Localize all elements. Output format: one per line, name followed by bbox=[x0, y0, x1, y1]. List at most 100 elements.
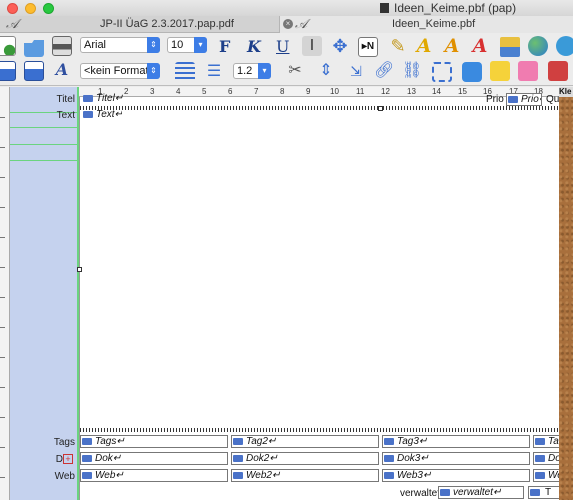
tools-icon[interactable]: ✂ bbox=[285, 61, 305, 81]
line-spacing-icon[interactable]: ☰ bbox=[204, 62, 224, 82]
tab-label: Ideen_Keime.pbf bbox=[392, 18, 476, 30]
line-spacing-value: 1.2 bbox=[237, 65, 253, 77]
ruler-mark: 11 bbox=[356, 87, 365, 96]
globe-icon[interactable] bbox=[528, 36, 548, 56]
field-web-3[interactable]: Web3↵ bbox=[382, 469, 530, 482]
link-icon[interactable]: 🔗︎ bbox=[374, 61, 394, 81]
ruler-mark: 15 bbox=[458, 87, 467, 96]
guide-line bbox=[10, 127, 78, 128]
paragraph-style-value: <kein Format> bbox=[84, 65, 155, 77]
print-icon[interactable] bbox=[52, 36, 72, 56]
stamp-icon[interactable] bbox=[500, 37, 520, 57]
label-qu: Qu bbox=[546, 94, 560, 105]
add-icon[interactable]: + bbox=[63, 454, 73, 464]
chevron-down-icon: ▾ bbox=[194, 37, 207, 53]
label-titel: Titel bbox=[56, 94, 75, 105]
note-yellow-icon[interactable] bbox=[490, 61, 510, 81]
zoom-window-button[interactable] bbox=[43, 3, 54, 14]
font-family-select[interactable]: Arial ⇕ bbox=[80, 37, 160, 53]
close-window-button[interactable] bbox=[7, 3, 18, 14]
label-web: Web bbox=[54, 471, 75, 482]
ruler-mark: 9 bbox=[306, 87, 311, 96]
frame-icon[interactable] bbox=[432, 62, 452, 82]
font-size-select[interactable]: 10 ▾ bbox=[167, 37, 207, 53]
field-tags-4[interactable]: Tag bbox=[533, 435, 560, 448]
unlink-icon[interactable]: ⛓︎ bbox=[402, 61, 422, 81]
ruler-mark: 8 bbox=[280, 87, 285, 96]
label-text: Text bbox=[56, 110, 75, 121]
field-titel[interactable]: Titel↵ bbox=[82, 93, 192, 106]
save-icon[interactable] bbox=[0, 61, 16, 81]
edit-layout-icon[interactable]: ✎ bbox=[388, 36, 408, 56]
frame-bottom-border bbox=[80, 428, 560, 432]
chevron-updown-icon: ⇕ bbox=[147, 63, 160, 79]
bold-button[interactable]: F bbox=[219, 37, 230, 56]
toolbar-paragraph: A <kein Format> ⇕ ☰ 1.2 ▾ ✂ ⇕ ⇲ 🔗︎ ⛓︎ bbox=[0, 57, 573, 86]
save-as-icon[interactable] bbox=[24, 61, 44, 81]
format-a-icon[interactable]: A bbox=[52, 60, 72, 80]
field-tags-1[interactable]: Tags↵ bbox=[80, 435, 228, 448]
italic-button[interactable]: K bbox=[247, 37, 261, 56]
resize-handle[interactable] bbox=[378, 106, 383, 111]
ruler-mark: 13 bbox=[407, 87, 416, 96]
corkboard-panel bbox=[559, 97, 573, 500]
label-tags: Tags bbox=[53, 437, 75, 448]
field-text[interactable]: Text↵ bbox=[82, 109, 122, 122]
distribute-icon[interactable]: ⇕ bbox=[316, 61, 336, 81]
ruler-mark: 14 bbox=[432, 87, 441, 96]
field-dok-3[interactable]: Dok3↵ bbox=[382, 452, 530, 465]
info-icon[interactable] bbox=[556, 36, 573, 56]
app-a-icon: 𝒜 bbox=[6, 17, 19, 32]
text-cursor-tool-icon[interactable]: I bbox=[302, 36, 322, 56]
move-tool-icon[interactable]: ✥ bbox=[330, 36, 350, 56]
document-icon bbox=[380, 3, 389, 13]
ruler-mark: 12 bbox=[381, 87, 390, 96]
line-spacing-select[interactable]: 1.2 ▾ bbox=[233, 63, 271, 79]
ruler-mark: 6 bbox=[228, 87, 233, 96]
note-red-icon[interactable] bbox=[548, 61, 568, 81]
guide-line bbox=[10, 160, 78, 161]
panel-label-kle: Kle bbox=[559, 87, 573, 97]
tab-ideen-keime[interactable]: × 𝒜 Ideen_Keime.pbf bbox=[280, 16, 573, 33]
style-a-yellow-icon[interactable]: A bbox=[414, 35, 434, 57]
guide-line bbox=[10, 144, 78, 145]
minimize-window-button[interactable] bbox=[25, 3, 36, 14]
paragraph-style-select[interactable]: <kein Format> ⇕ bbox=[80, 63, 160, 79]
close-tab-icon[interactable]: × bbox=[283, 19, 293, 29]
field-tags-3[interactable]: Tag3↵ bbox=[382, 435, 530, 448]
underline-button[interactable]: U bbox=[276, 37, 289, 56]
field-dok-4[interactable]: Dok bbox=[533, 452, 560, 465]
note-pink-icon[interactable] bbox=[518, 61, 538, 81]
new-document-icon[interactable] bbox=[0, 36, 16, 56]
field-web-4[interactable]: Web bbox=[533, 469, 560, 482]
field-small[interactable]: T bbox=[528, 486, 560, 499]
style-a-red-icon[interactable]: A bbox=[470, 35, 490, 57]
open-folder-icon[interactable] bbox=[24, 40, 44, 57]
window-title: Ideen_Keime.pbf (pap) bbox=[394, 1, 517, 15]
font-size-value: 10 bbox=[171, 39, 184, 51]
font-family-value: Arial bbox=[84, 39, 107, 51]
tab-label: JP-II ÜaG 2.3.2017.pap.pdf bbox=[100, 18, 234, 30]
ruler-mark: 7 bbox=[254, 87, 259, 96]
field-dok-1[interactable]: Dok↵ bbox=[80, 452, 228, 465]
field-prio[interactable]: Prio↵ bbox=[506, 93, 542, 106]
tab-bar: 𝒜 JP-II ÜaG 2.3.2017.pap.pdf × 𝒜 Ideen_K… bbox=[0, 16, 573, 33]
style-a-orange-icon[interactable]: A bbox=[442, 35, 462, 57]
align-left-icon[interactable] bbox=[175, 62, 195, 82]
comment-icon[interactable] bbox=[462, 62, 482, 82]
insert-field-icon[interactable]: ▸N bbox=[358, 37, 378, 57]
tab-pdf-document[interactable]: 𝒜 JP-II ÜaG 2.3.2017.pap.pdf bbox=[0, 16, 280, 33]
chevron-updown-icon: ⇕ bbox=[147, 37, 160, 53]
ruler-mark: 5 bbox=[202, 87, 207, 96]
field-dok-2[interactable]: Dok2↵ bbox=[231, 452, 379, 465]
field-web-1[interactable]: Web↵ bbox=[80, 469, 228, 482]
arrange-icon[interactable]: ⇲ bbox=[346, 61, 366, 81]
field-verwaltet[interactable]: verwaltet↵ bbox=[438, 486, 524, 499]
resize-handle[interactable] bbox=[77, 267, 82, 272]
chevron-down-icon: ▾ bbox=[258, 63, 271, 79]
field-tags-2[interactable]: Tag2↵ bbox=[231, 435, 379, 448]
field-web-2[interactable]: Web2↵ bbox=[231, 469, 379, 482]
layout-page[interactable]: Titel↵ Prio Prio↵ Qu Text↵ Tags↵ Tag2↵ T… bbox=[77, 93, 560, 500]
label-dok: D bbox=[55, 454, 63, 465]
ruler-mark: 10 bbox=[330, 87, 339, 96]
